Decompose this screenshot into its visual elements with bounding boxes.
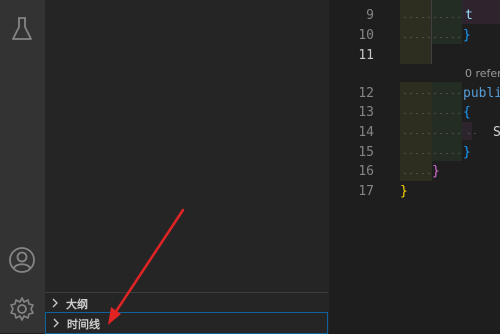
annotation-arrow <box>108 208 185 325</box>
